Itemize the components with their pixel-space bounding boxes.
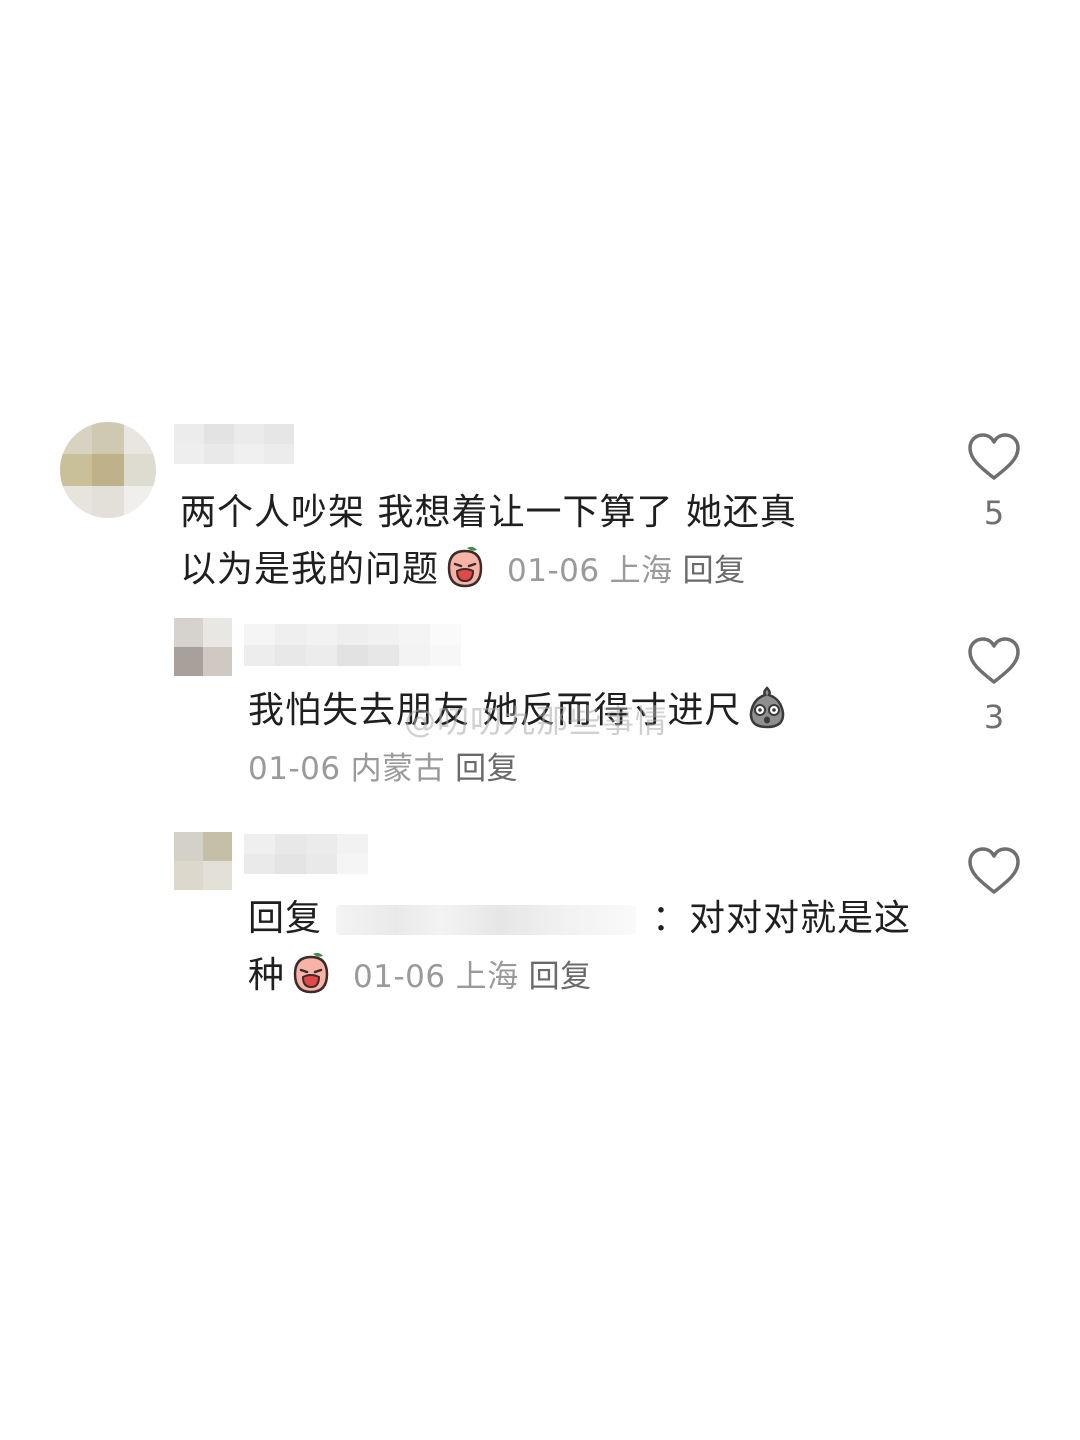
like-button[interactable] [966, 432, 1022, 486]
comment-text: 我怕失去朋友 她反而得寸进尺 01-06 内蒙古 回复 [248, 682, 793, 798]
comment-line: 两个人吵架 我想着让一下算了 她还真 [180, 492, 797, 533]
comment-date: 01-06 [507, 553, 600, 589]
reply-button[interactable]: 回复 [529, 959, 592, 995]
comment-line-text: 我怕失去朋友 她反而得寸进尺 [248, 690, 742, 731]
comment-location: 上海 [455, 959, 519, 995]
shocked-grey-face-emoji [745, 685, 789, 731]
mentioned-username[interactable] [336, 905, 637, 935]
username[interactable] [244, 834, 368, 874]
reply-button[interactable]: 回复 [683, 553, 746, 589]
comment-line-text: 种 [248, 955, 286, 996]
reply-prefix: 回复 [248, 898, 323, 939]
username[interactable] [174, 424, 294, 464]
reply-button[interactable]: 回复 [455, 751, 518, 787]
like-button[interactable] [966, 846, 1022, 900]
avatar[interactable] [174, 618, 232, 676]
comment-line: 以为是我的问题 01-06 上海 回复 [180, 541, 797, 600]
comment-line: 种 01-06 上海 回复 [248, 947, 911, 1006]
crying-face-emoji [443, 544, 487, 590]
comment-text: 回复 ：对对对就是这 种 01-06 上海 回复 [248, 890, 911, 1006]
comment-date: 01-06 [353, 959, 446, 995]
heart-outline-icon [968, 847, 1020, 894]
like-count: 3 [983, 698, 1005, 736]
like-button[interactable] [966, 636, 1022, 690]
comment-line-text: 以为是我的问题 [180, 549, 440, 590]
comment-line-text: 对对对就是这 [689, 898, 912, 939]
like-count: 5 [983, 494, 1005, 532]
heart-outline-icon [968, 433, 1020, 480]
username[interactable] [244, 624, 464, 666]
comment-meta: 01-06 内蒙古 回复 [248, 739, 793, 798]
crying-face-emoji [289, 950, 333, 996]
comment-location: 上海 [609, 553, 673, 589]
heart-outline-icon [968, 637, 1020, 684]
comment-text: 两个人吵架 我想着让一下算了 她还真 以为是我的问题 01-06 上海 回复 [180, 484, 797, 600]
comment-location: 内蒙古 [350, 751, 446, 787]
comment-line: 回复 ：对对对就是这 [248, 890, 911, 947]
reply-colon: ： [652, 898, 690, 939]
comment-line: 我怕失去朋友 她反而得寸进尺 [248, 682, 793, 739]
avatar[interactable] [60, 422, 156, 518]
comment-date: 01-06 [248, 751, 341, 787]
avatar[interactable] [174, 832, 232, 890]
